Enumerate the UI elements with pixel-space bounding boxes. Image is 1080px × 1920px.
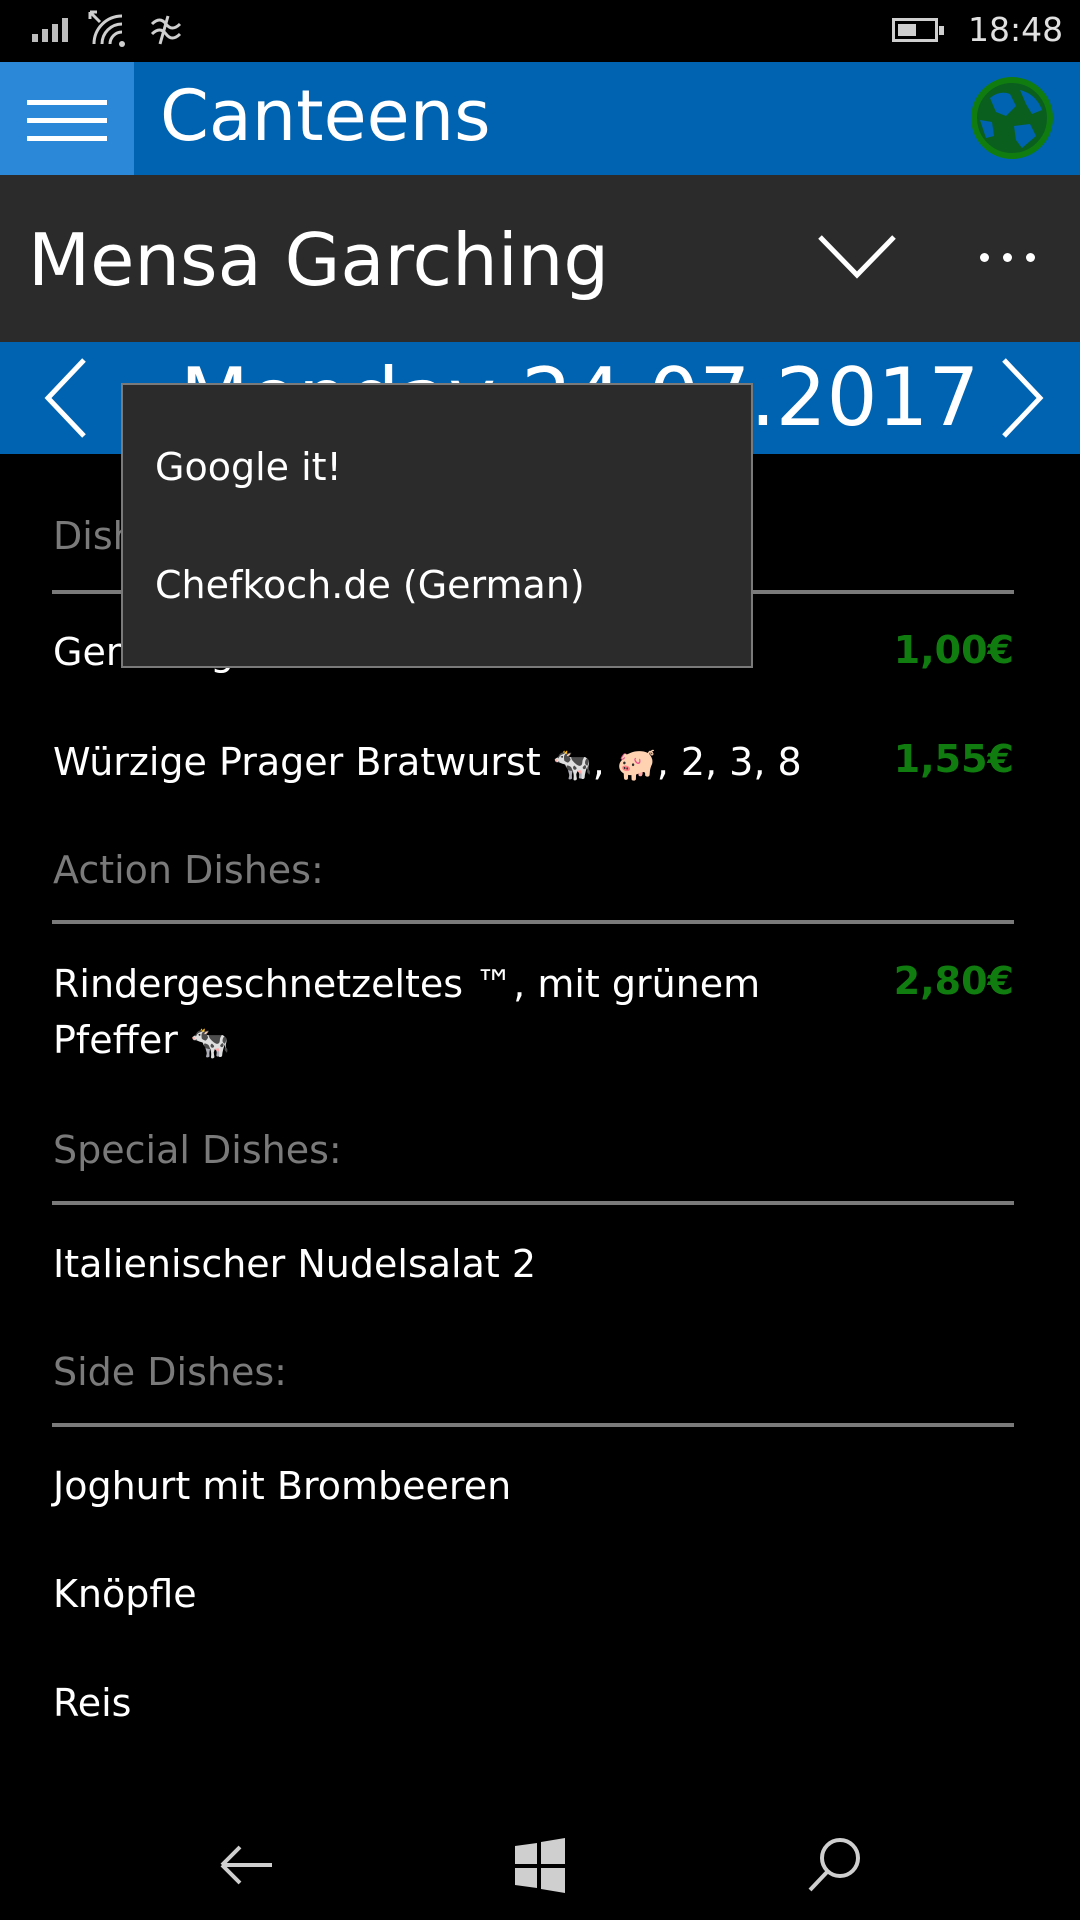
cow-icon: 🐄	[189, 1023, 230, 1061]
chevron-right-icon[interactable]	[990, 356, 1050, 440]
dish-item[interactable]: Rindergeschnetzeltes ™, mit grünem Pfeff…	[53, 956, 760, 1070]
context-menu: Google it! Chefkoch.de (German)	[121, 383, 753, 668]
section-title: Special Dishes:	[53, 1128, 342, 1172]
dish-name: Würzige Prager Bratwurst	[53, 740, 541, 784]
cow-icon: 🐄	[552, 745, 593, 783]
page-title: Canteens	[160, 75, 491, 157]
section-divider	[52, 1423, 1014, 1427]
search-icon[interactable]	[800, 1830, 870, 1900]
chevron-left-icon[interactable]	[40, 356, 100, 440]
dish-item[interactable]: Würzige Prager Bratwurst 🐄, 🐖, 2, 3, 8	[53, 734, 802, 792]
hamburger-icon[interactable]	[0, 62, 134, 175]
chevron-down-icon[interactable]	[816, 231, 898, 281]
signal-icon	[32, 18, 72, 42]
dish-additives: , 2, 3, 8	[656, 740, 802, 784]
section-divider	[52, 920, 1014, 924]
globe-icon[interactable]	[970, 76, 1054, 160]
dish-item[interactable]: Joghurt mit Brombeeren	[53, 1458, 511, 1514]
data-saver-icon	[150, 15, 182, 45]
dish-item[interactable]: Italienischer Nudelsalat 2	[53, 1236, 536, 1292]
dish-item[interactable]: Reis	[53, 1675, 131, 1731]
dish-price: 2,80€	[893, 959, 1014, 1003]
dish-price: 1,55€	[893, 737, 1014, 781]
more-icon[interactable]	[980, 247, 1049, 266]
canteen-selector-bar: Mensa Garching	[0, 175, 1080, 342]
pig-icon: 🐖	[616, 745, 657, 783]
menu-item-chefkoch[interactable]: Chefkoch.de (German)	[155, 563, 585, 607]
dish-name-line2: Pfeffer	[53, 1018, 178, 1062]
app-header: Canteens	[0, 62, 1080, 175]
section-title: Action Dishes:	[53, 848, 324, 892]
wifi-icon	[88, 10, 125, 47]
system-nav-bar	[0, 1808, 1080, 1920]
menu-item-google[interactable]: Google it!	[155, 445, 342, 489]
windows-icon[interactable]	[505, 1830, 575, 1900]
status-time: 18:48	[968, 10, 1064, 49]
section-divider	[52, 1201, 1014, 1205]
dish-item[interactable]: Knöpfle	[53, 1566, 197, 1622]
battery-icon	[892, 18, 944, 42]
dish-price: 1,00€	[893, 628, 1014, 672]
section-title: Side Dishes:	[53, 1350, 287, 1394]
back-icon[interactable]	[212, 1830, 282, 1900]
dish-name-line1: Rindergeschnetzeltes ™, mit grünem	[53, 962, 761, 1006]
canteen-name[interactable]: Mensa Garching	[28, 215, 609, 305]
status-bar: 18:48	[0, 0, 1080, 62]
